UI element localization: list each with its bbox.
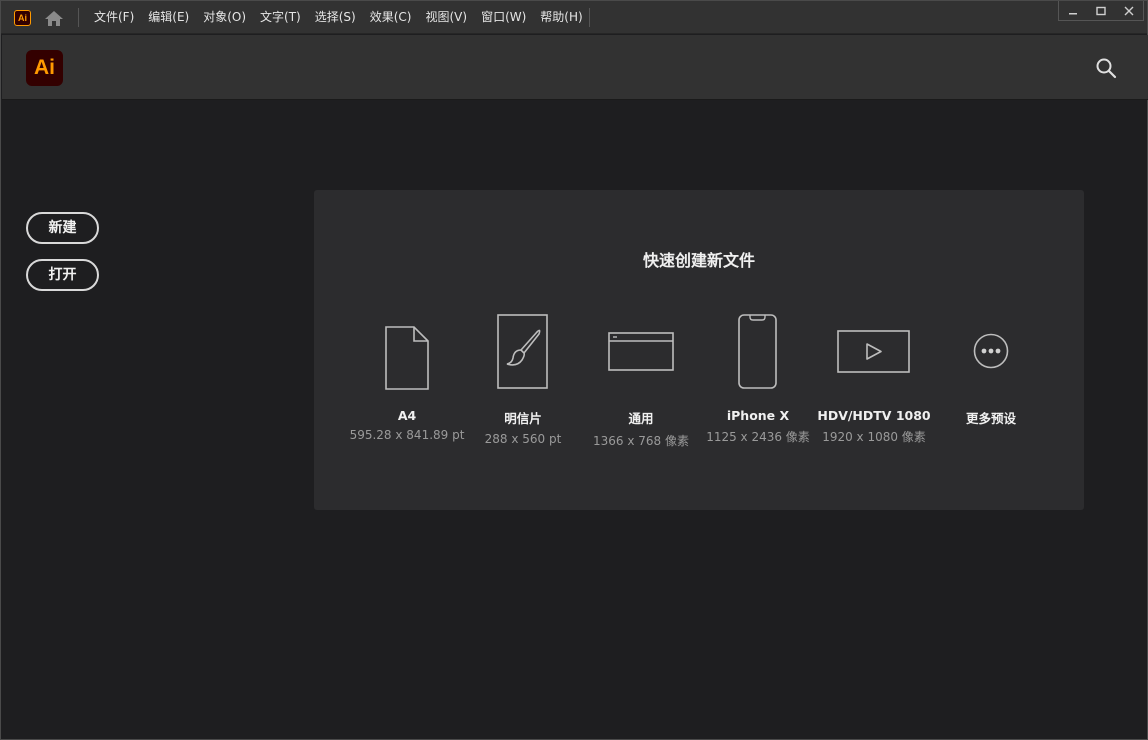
- preset-name: A4: [397, 408, 417, 423]
- preset-dims: 288 x 560 pt: [484, 432, 562, 446]
- document-icon: [347, 308, 467, 390]
- menu-divider: [78, 8, 79, 27]
- preset-name: iPhone X: [726, 408, 790, 423]
- app-logo: Ai: [26, 50, 63, 86]
- minimize-icon: [1069, 13, 1077, 15]
- close-button[interactable]: [1115, 1, 1143, 21]
- browser-window-icon: [581, 308, 701, 390]
- menu-bar: Ai 文件(F) 编辑(E) 对象(O) 文字(T) 选择(S) 效果(C) 视…: [1, 1, 1147, 34]
- preset-dims: 1366 x 768 像素: [593, 434, 689, 448]
- preset-postcard[interactable]: 明信片 288 x 560 pt: [463, 308, 583, 446]
- open-button[interactable]: 打开: [26, 259, 99, 291]
- preset-common[interactable]: 通用 1366 x 768 像素: [581, 308, 701, 449]
- close-icon: [1124, 6, 1134, 16]
- quick-create-panel: 快速创建新文件 A4 595.28 x 841.89 pt 明信片 288 x …: [314, 190, 1084, 510]
- menu-select[interactable]: 选择(S): [308, 1, 363, 34]
- menu-window[interactable]: 窗口(W): [474, 1, 533, 34]
- preset-hdv[interactable]: HDV/HDTV 1080 1920 x 1080 像素: [814, 308, 934, 445]
- app-window: Ai 文件(F) 编辑(E) 对象(O) 文字(T) 选择(S) 效果(C) 视…: [0, 0, 1148, 740]
- app-header: Ai: [2, 35, 1148, 100]
- panel-title: 快速创建新文件: [642, 251, 755, 270]
- phone-icon: [698, 308, 818, 390]
- preset-name: 通用: [628, 411, 654, 426]
- minimize-button[interactable]: [1059, 1, 1087, 21]
- menu-view[interactable]: 视图(V): [418, 1, 474, 34]
- home-icon[interactable]: [43, 9, 65, 27]
- preset-dims: 1125 x 2436 像素: [706, 430, 810, 444]
- window-controls: [1058, 1, 1144, 21]
- menu-object[interactable]: 对象(O): [196, 1, 253, 34]
- more-icon: [931, 308, 1051, 390]
- maximize-button[interactable]: [1087, 1, 1115, 21]
- brush-icon: [463, 308, 583, 390]
- preset-dims: 595.28 x 841.89 pt: [349, 428, 465, 442]
- preset-name: 更多预设: [965, 411, 1016, 426]
- menu-help[interactable]: 帮助(H): [533, 1, 589, 34]
- menu-edit[interactable]: 编辑(E): [141, 1, 196, 34]
- preset-more[interactable]: 更多预设: [931, 308, 1051, 427]
- preset-dims: 1920 x 1080 像素: [822, 430, 926, 444]
- preset-name: 明信片: [504, 411, 542, 426]
- preset-a4[interactable]: A4 595.28 x 841.89 pt: [347, 308, 467, 442]
- video-play-icon: [814, 308, 934, 390]
- search-button[interactable]: [1095, 57, 1117, 79]
- menu-type[interactable]: 文字(T): [253, 1, 308, 34]
- menu-divider: [589, 8, 590, 27]
- maximize-icon: [1096, 6, 1106, 16]
- app-icon[interactable]: Ai: [14, 10, 31, 26]
- preset-iphone-x[interactable]: iPhone X 1125 x 2436 像素: [698, 308, 818, 445]
- menu-effect[interactable]: 效果(C): [363, 1, 419, 34]
- search-icon: [1096, 58, 1117, 79]
- menu-items: 文件(F) 编辑(E) 对象(O) 文字(T) 选择(S) 效果(C) 视图(V…: [87, 1, 590, 34]
- new-button[interactable]: 新建: [26, 212, 99, 244]
- preset-name: HDV/HDTV 1080: [817, 408, 931, 423]
- menu-file[interactable]: 文件(F): [87, 1, 141, 34]
